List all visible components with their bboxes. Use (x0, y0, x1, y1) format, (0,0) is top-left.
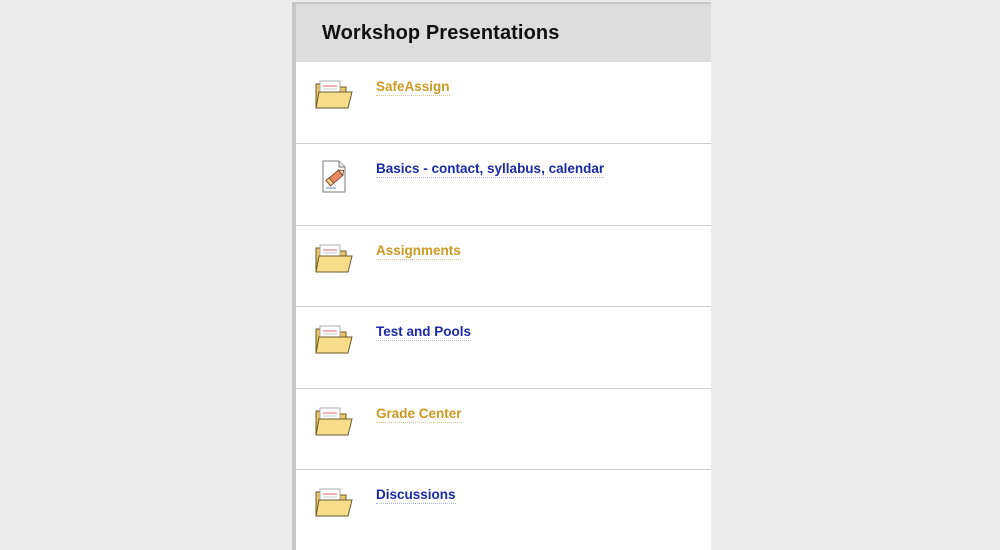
content-link-assignments[interactable]: Assignments (376, 243, 461, 260)
content-item-basics: Basics - contact, syllabus, calendar (296, 143, 711, 224)
page-title: Workshop Presentations (322, 21, 560, 44)
content-item-test-and-pools: Test and Pools (296, 306, 711, 387)
content-item-assignments: Assignments (296, 224, 711, 306)
content-link-grade-center[interactable]: Grade Center (376, 406, 462, 423)
content-link-basics[interactable]: Basics - contact, syllabus, calendar (376, 161, 605, 179)
folder-icon (314, 405, 354, 439)
folder-icon (314, 78, 354, 112)
folder-icon (314, 323, 354, 357)
folder-icon (314, 486, 354, 520)
content-panel: Workshop Presentations SafeAssign Basics… (292, 2, 711, 550)
folder-icon (314, 242, 354, 276)
content-item-list: SafeAssign Basics - contact, syllabus, c… (296, 62, 711, 550)
content-item-discussions: Discussions (296, 468, 711, 550)
content-item-grade-center: Grade Center (296, 387, 711, 469)
content-link-test-and-pools[interactable]: Test and Pools (376, 324, 472, 342)
content-link-safeassign[interactable]: SafeAssign (376, 79, 450, 96)
content-item-safeassign: SafeAssign (296, 62, 711, 143)
document-icon (314, 160, 354, 194)
content-link-discussions[interactable]: Discussions (376, 487, 456, 504)
panel-header: Workshop Presentations (296, 4, 711, 62)
